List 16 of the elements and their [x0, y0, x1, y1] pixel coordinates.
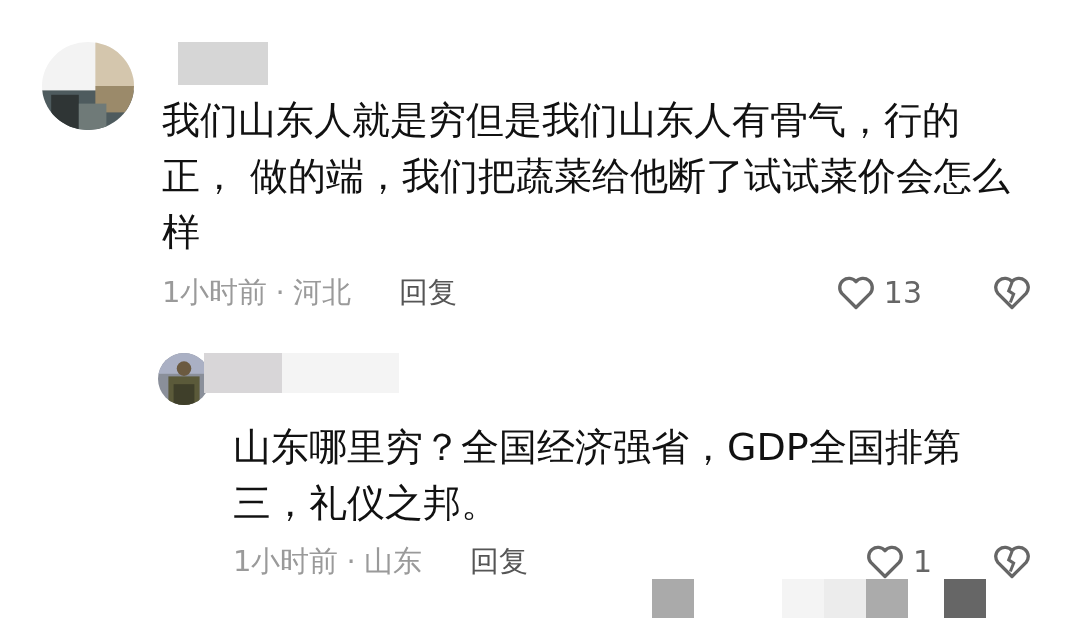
reply-link[interactable]: 回复 [398, 270, 457, 315]
separator-dot: · [346, 542, 356, 580]
heart-icon[interactable] [835, 274, 876, 311]
comment-time: 1小时前 [233, 542, 339, 580]
comment-time: 1小时前 [162, 273, 268, 311]
broken-heart-icon[interactable] [992, 543, 1032, 580]
reply-link[interactable]: 回复 [469, 539, 528, 584]
separator-dot: · [275, 273, 285, 311]
like-count: 1 [912, 543, 932, 581]
like-count: 13 [883, 274, 922, 312]
comment-location: 山东 [363, 542, 422, 580]
comment-text: 我们山东人就是穷但是我们山东人有骨气，行的正， 做的端，我们把蔬菜给他断了试试菜价会怎么样 [162, 97, 1012, 256]
heart-icon[interactable] [864, 543, 905, 580]
reply-text: 山东哪里穷？全国经济强省，GDP全国排第三，礼仪之邦。 [233, 424, 962, 527]
comment-location: 河北 [292, 273, 351, 311]
broken-heart-icon[interactable] [992, 274, 1032, 311]
